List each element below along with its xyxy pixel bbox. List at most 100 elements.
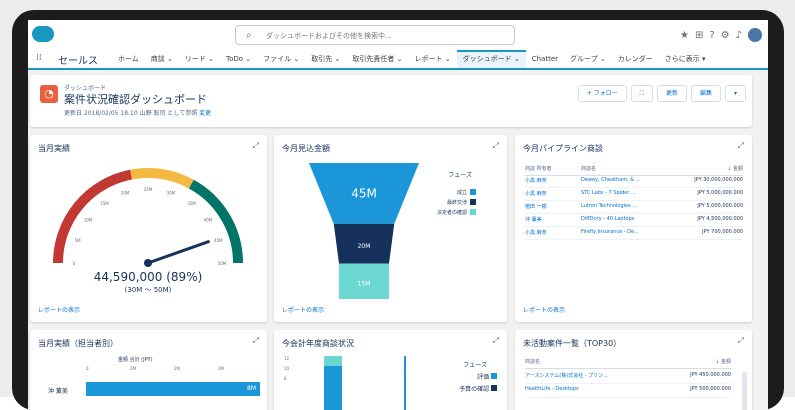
nav-item-dashboards[interactable]: ダッシュボード ⌄: [456, 50, 526, 68]
table-row[interactable]: 沖 薫美 DiffDory - 40 Laptops JPY 4,500,000.0…: [525, 216, 743, 227]
favorites-star-icon[interactable]: ★: [680, 30, 689, 41]
stacked-bar[interactable]: [324, 356, 342, 410]
follow-button[interactable]: + フォロー: [577, 85, 627, 102]
funnel-group: 45M 20M 15M: [309, 163, 419, 299]
add-icon[interactable]: ⊞: [695, 30, 703, 41]
expand-icon[interactable]: ⤢: [738, 336, 744, 346]
gauge-tick-label: 30M: [167, 191, 176, 196]
full-screen-button[interactable]: ⛶: [630, 85, 653, 102]
gauge-band: [53, 169, 133, 264]
column-name[interactable]: 商談名: [525, 358, 540, 365]
global-search[interactable]: ⌕: [235, 25, 515, 45]
expand-icon[interactable]: ⤢: [253, 336, 259, 346]
bell-icon[interactable]: ♪: [736, 30, 742, 41]
funnel-legend: 成立最終交渉決定者の確認: [437, 189, 476, 216]
dashboard-header: ◔ ダッシュボード 案件状況確認ダッシュボード 更新日 2018/02/05 1…: [30, 75, 752, 127]
opportunity-link[interactable]: Firefly Insurance - De...: [581, 229, 639, 235]
opportunity-link[interactable]: Dewey, Cheatham, & ...: [581, 177, 641, 183]
table-row[interactable]: HealthLife - Desktops JPY 500,000.000: [525, 386, 731, 398]
app-launcher-icon[interactable]: ⁞⁞: [36, 53, 46, 63]
nav-item-groups[interactable]: グループ ⌄: [564, 50, 612, 68]
nav-item-todo[interactable]: ToDo ⌄: [220, 50, 257, 68]
nav-item-contacts[interactable]: 取引先責任者 ⌄: [346, 50, 408, 68]
table-header: 商談名 ↓ 金額: [525, 358, 731, 369]
legend-swatch: [470, 189, 476, 195]
gauge-tick-label: 10M: [84, 218, 93, 223]
chevron-down-icon[interactable]: ⌄: [600, 55, 606, 63]
opportunity-link[interactable]: Lutron Technologies ...: [581, 203, 637, 209]
column-amount[interactable]: ↓ 金額: [715, 358, 731, 365]
column-amount[interactable]: ↓ 金額: [727, 165, 743, 172]
nav-item-reports[interactable]: レポート ⌄: [409, 50, 457, 68]
expand-icon[interactable]: ⤢: [738, 141, 744, 151]
column-owner[interactable]: 商談 所有者: [525, 165, 552, 172]
amount-cell: JPY 700,000.000: [702, 229, 743, 235]
gauge-chart: 0 5M 10M 15M 20M 25M 30M 35M 40M 45M 50M 44,590,00…: [53, 168, 243, 294]
amount-cell: JPY 5,000,000.000: [697, 203, 743, 209]
nav-item-files[interactable]: ファイル ⌄: [257, 50, 305, 68]
legend-label: 決定者の確認: [437, 209, 467, 216]
table-row[interactable]: 小黒 麻奈 Dewey, Cheatham, & ... JPY 30,000,00…: [525, 177, 743, 188]
table-header: 商談 所有者 商談名 ↓ 金額: [525, 165, 743, 176]
owner-bar[interactable]: 8M: [86, 382, 260, 396]
owner-link[interactable]: 小黒 麻奈: [525, 190, 547, 197]
chevron-down-icon[interactable]: ⌄: [293, 55, 299, 63]
legend-swatch: [491, 373, 497, 379]
chevron-down-icon[interactable]: ⌄: [167, 55, 173, 63]
chevron-down-icon[interactable]: ⌄: [208, 55, 214, 63]
page-title: 案件状況確認ダッシュボード: [64, 93, 207, 106]
nav-item-leads[interactable]: リード ⌄: [179, 50, 220, 68]
help-icon[interactable]: ?: [709, 30, 714, 41]
owner-link[interactable]: 小黒 麻奈: [525, 229, 547, 236]
table-row[interactable]: 小黒 麻奈 Firefly Insurance - De... JPY 700,00…: [525, 229, 743, 240]
funnel-value-label: 20M: [358, 243, 371, 250]
chevron-down-icon[interactable]: ⌄: [245, 55, 251, 63]
table-row[interactable]: 小黒 麻奈 STC Labs - 7 Spider ... JPY 5,000,00…: [525, 190, 743, 201]
view-report-link[interactable]: レポートの表示: [282, 305, 324, 314]
card-title: 今会計年度商談状況: [282, 339, 354, 348]
avatar[interactable]: [748, 28, 762, 42]
gauge-tick-label: 5M: [75, 238, 82, 243]
gauge-hub: [144, 259, 152, 267]
view-report-link[interactable]: レポートの表示: [38, 305, 80, 314]
column-name[interactable]: 商談名: [581, 165, 596, 172]
nav-item-calendar[interactable]: カレンダー: [612, 50, 659, 68]
nav-item-accounts[interactable]: 取引先 ⌄: [305, 50, 346, 68]
nav-item-chatter[interactable]: Chatter: [526, 50, 564, 68]
expand-icon[interactable]: ⤢: [493, 336, 499, 346]
edit-button[interactable]: 編集: [690, 85, 721, 102]
funnel-value-label: 45M: [351, 186, 377, 200]
change-viewer-link[interactable]: 変更: [199, 110, 211, 117]
owner-link[interactable]: 小黒 麻奈: [525, 177, 547, 184]
chevron-down-icon[interactable]: ⌄: [397, 55, 403, 63]
search-input[interactable]: [264, 28, 508, 44]
chevron-down-icon[interactable]: ⌄: [514, 55, 520, 63]
amount-cell: JPY 5,000,000.000: [697, 190, 743, 196]
nav-item-opportunities[interactable]: 商談 ⌄: [145, 50, 179, 68]
owner-bar-card: 当月実績（担当者別） ⤢ 金額 合計 (JPY) 0 1M 2M 3M 沖 薫美…: [30, 330, 267, 410]
owner-link[interactable]: 植田 一樹: [525, 203, 547, 210]
legend-swatch: [470, 199, 476, 205]
legend-swatch: [470, 209, 476, 215]
table-row[interactable]: 植田 一樹 Lutron Technologies ... JPY 5,000,00…: [525, 203, 743, 214]
gear-icon[interactable]: ⚙: [721, 30, 730, 41]
chevron-down-icon[interactable]: ⌄: [335, 55, 341, 63]
table-row[interactable]: アースシステム(株)式会社 - プリン... JPY 450,000.000: [525, 372, 731, 384]
gauge-tick-label: 45M: [214, 238, 223, 243]
chevron-down-icon[interactable]: ⌄: [445, 55, 451, 63]
card-title: 今月パイプライン商談: [523, 144, 603, 153]
app-nav-bar: ⁞⁞ セールス ホーム 商談 ⌄ リード ⌄ ToDo ⌄ ファイル ⌄ 取引先…: [28, 50, 768, 70]
opportunity-link[interactable]: STC Labs - 7 Spider ...: [581, 190, 636, 196]
legend: 評価 予算の確認: [459, 372, 497, 393]
opportunity-link[interactable]: DiffDory - 40 Laptops: [581, 216, 634, 222]
fiscal-year-card: 今会計年度商談状況 ⤢ 12 10 8 フェーズ 評価 予算の確認: [274, 330, 507, 410]
owner-link[interactable]: 沖 薫美: [525, 216, 542, 223]
nav-item-home[interactable]: ホーム: [112, 50, 145, 68]
nav-item-more[interactable]: さらに表示 ▾: [659, 50, 712, 68]
refresh-button[interactable]: 更新: [656, 85, 687, 102]
legend-label: 成立: [457, 189, 467, 196]
scrollbar[interactable]: [742, 372, 747, 410]
more-actions-button[interactable]: ▾: [724, 85, 746, 102]
view-report-link[interactable]: レポートの表示: [523, 305, 565, 314]
caret-down-icon[interactable]: ▾: [702, 55, 706, 63]
